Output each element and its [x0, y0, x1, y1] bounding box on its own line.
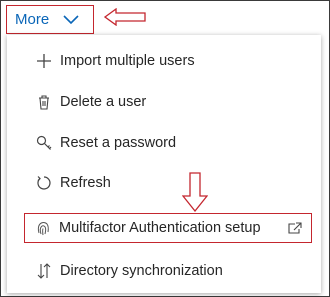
more-label: More — [15, 11, 50, 28]
screenshot-frame: More Import multiple users Delete a user… — [0, 0, 330, 297]
fingerprint-icon — [35, 220, 51, 236]
menu-item-multifactor-authentication-setup[interactable]: Multifactor Authentication setup — [24, 213, 312, 243]
menu-item-import-multiple-users[interactable]: Import multiple users — [7, 46, 321, 76]
plus-icon — [36, 53, 52, 69]
menu-item-delete-a-user[interactable]: Delete a user — [7, 87, 321, 117]
chevron-down-icon — [63, 14, 79, 25]
refresh-icon — [36, 175, 52, 191]
left-callout-arrow-icon — [104, 8, 146, 26]
menu-item-refresh[interactable]: Refresh — [7, 168, 321, 198]
down-callout-arrow-icon — [182, 172, 208, 212]
menu-item-directory-synchronization[interactable]: Directory synchronization — [7, 256, 321, 286]
menu-item-label: Reset a password — [60, 135, 177, 151]
key-icon — [36, 135, 52, 151]
sync-arrows-icon — [36, 263, 52, 279]
more-button[interactable]: More — [6, 5, 94, 34]
menu-item-label: Directory synchronization — [60, 263, 223, 279]
menu-item-reset-a-password[interactable]: Reset a password — [7, 128, 321, 158]
trash-icon — [36, 94, 52, 110]
external-link-icon[interactable] — [288, 222, 302, 238]
menu-item-label: Delete a user — [60, 94, 147, 110]
menu-item-label: Import multiple users — [60, 53, 195, 69]
menu-item-label: Multifactor Authentication setup — [59, 220, 261, 236]
more-dropdown-menu: Import multiple users Delete a user Rese… — [7, 35, 321, 293]
menu-item-label: Refresh — [60, 175, 111, 191]
